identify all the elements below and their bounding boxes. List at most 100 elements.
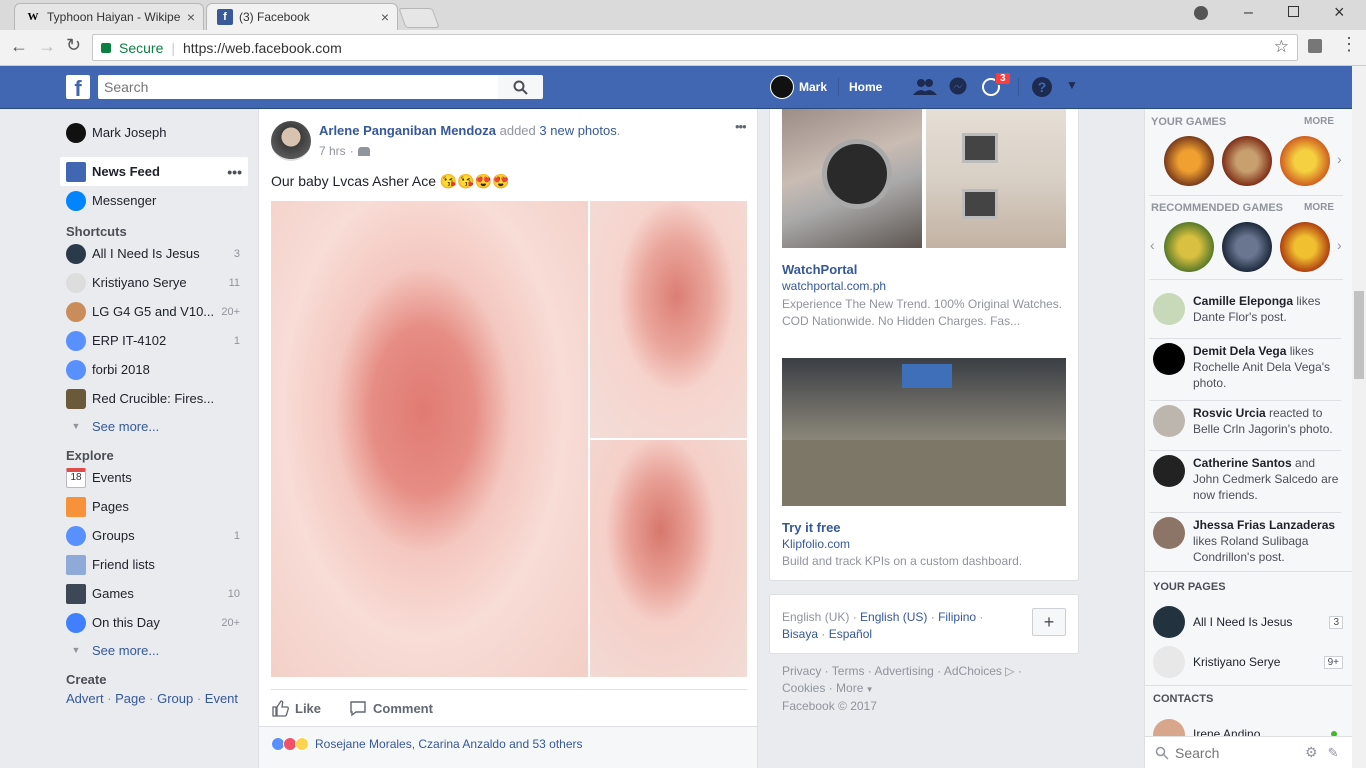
shortcut-item[interactable]: Kristiyano Serye 11 (60, 268, 248, 297)
new-tab-button[interactable] (398, 8, 440, 28)
game-icon-clash[interactable] (1164, 222, 1214, 272)
game-icon-dungeon[interactable] (1164, 136, 1214, 186)
close-tab-icon[interactable]: × (187, 9, 195, 25)
explore-friend-lists[interactable]: Friend lists (60, 550, 248, 579)
game-icon-slots[interactable] (1280, 222, 1330, 272)
ad-image-watch-1[interactable] (782, 109, 922, 248)
post-options-icon[interactable]: ••• (735, 119, 747, 134)
reactions-summary[interactable]: Rosejane Morales, Czarina Anzaldo and 53… (271, 737, 583, 751)
extension-icon[interactable] (1308, 39, 1322, 53)
language-option[interactable]: Filipino (938, 610, 976, 624)
friends-audience-icon[interactable] (357, 146, 370, 156)
chevron-right-icon[interactable]: › (1337, 237, 1342, 253)
ad-title[interactable]: Try it free (782, 520, 841, 535)
search-button[interactable] (498, 75, 543, 99)
create-event-link[interactable]: Event (205, 691, 238, 706)
language-option[interactable]: Bisaya (782, 627, 818, 641)
profile-link[interactable]: Mark (799, 80, 827, 94)
explore-groups[interactable]: Groups 1 (60, 521, 248, 550)
explore-on-this-day[interactable]: On this Day 20+ (60, 608, 248, 637)
ad-domain[interactable]: watchportal.com.ph (782, 279, 886, 293)
language-option[interactable]: English (US) (860, 610, 927, 624)
post-photo-main[interactable] (271, 201, 588, 677)
reload-icon[interactable]: ↻ (66, 35, 81, 56)
shortcut-item[interactable]: forbi 2018 (60, 355, 248, 384)
footer-link[interactable]: Privacy (782, 664, 821, 678)
page-item[interactable]: Kristiyano Serye 9+ (1153, 646, 1343, 678)
ad-image-office[interactable] (782, 358, 1066, 506)
restore-icon[interactable] (1288, 6, 1299, 17)
author-avatar[interactable] (271, 121, 311, 161)
shortcut-item[interactable]: ERP IT-4102 1 (60, 326, 248, 355)
like-button[interactable]: Like (271, 699, 321, 717)
minimize-icon[interactable]: – (1244, 4, 1253, 22)
close-tab-icon[interactable]: × (381, 9, 389, 25)
see-more-explore[interactable]: ▼ See more... (60, 637, 248, 663)
news-feed-link[interactable]: News Feed ••• (60, 157, 248, 186)
ticker-item[interactable]: Rosvic Urcia reacted to Belle Crln Jagor… (1153, 405, 1343, 449)
ad-image-watch-2[interactable] (926, 109, 1066, 248)
ad-domain[interactable]: Klipfolio.com (782, 537, 850, 551)
post-time[interactable]: 7 hrs (319, 144, 346, 158)
tab-wikipedia[interactable]: W Typhoon Haiyan - Wikipe × (14, 3, 204, 30)
shortcut-item[interactable]: LG G4 G5 and V10... 20+ (60, 297, 248, 326)
game-icon-star[interactable] (1280, 136, 1330, 186)
ticker-item[interactable]: Jhessa Frias Lanzaderas likes Roland Sul… (1153, 517, 1343, 569)
url-field[interactable]: Secure | https://web.facebook.com ☆ (92, 34, 1298, 61)
add-language-button[interactable]: + (1032, 608, 1066, 636)
menu-kebab-icon[interactable]: ⋮ (1340, 34, 1358, 55)
ticker-item[interactable]: Catherine Santos and John Cedmerk Salced… (1153, 455, 1343, 511)
create-page-link[interactable]: Page (115, 691, 145, 706)
compose-icon[interactable]: ✎ (1328, 745, 1339, 761)
comment-button[interactable]: Comment (349, 699, 433, 717)
messenger-icon[interactable] (948, 77, 968, 97)
shortcut-item[interactable]: All I Need Is Jesus 3 (60, 239, 248, 268)
search-input[interactable] (98, 75, 498, 99)
ad-title[interactable]: WatchPortal (782, 262, 857, 277)
game-icon-kings[interactable] (1222, 136, 1272, 186)
back-icon[interactable]: ← (10, 36, 28, 57)
avatar[interactable] (770, 75, 794, 99)
shortcut-item[interactable]: Red Crucible: Fires... (60, 384, 248, 413)
explore-pages[interactable]: Pages (60, 492, 248, 521)
messenger-link[interactable]: Messenger (60, 186, 248, 215)
friend-requests-icon[interactable] (912, 77, 938, 97)
tab-facebook[interactable]: f (3) Facebook × (206, 3, 398, 30)
account-menu-icon[interactable]: ▼ (1066, 78, 1078, 92)
help-icon[interactable]: ? (1032, 77, 1052, 97)
gear-icon[interactable]: ⚙ (1305, 744, 1318, 761)
more-options-icon[interactable]: ••• (227, 164, 242, 180)
game-icon-hero[interactable] (1222, 222, 1272, 272)
more-link[interactable]: MORE (1304, 202, 1334, 213)
footer-link[interactable]: More (836, 681, 863, 695)
explore-games[interactable]: Games 10 (60, 579, 248, 608)
ticker-item[interactable]: Camille Eleponga likes Dante Flor's post… (1153, 293, 1343, 337)
post-photo-3[interactable] (590, 440, 747, 677)
more-link[interactable]: MORE (1304, 116, 1334, 127)
bookmark-star-icon[interactable]: ☆ (1274, 37, 1289, 57)
footer-link[interactable]: Advertising (874, 664, 933, 678)
window-close-icon[interactable]: × (1334, 2, 1345, 23)
page-item[interactable]: All I Need Is Jesus 3 (1153, 606, 1343, 638)
ticker-item[interactable]: Demit Dela Vega likes Rochelle Anit Dela… (1153, 343, 1343, 399)
forward-icon[interactable]: → (38, 36, 56, 57)
create-advert-link[interactable]: Advert (66, 691, 104, 706)
page-scrollbar[interactable] (1352, 66, 1366, 768)
facebook-logo-icon[interactable]: f (66, 75, 90, 101)
profile-link[interactable]: Mark Joseph (60, 118, 248, 147)
footer-link[interactable]: Terms (832, 664, 865, 678)
create-group-link[interactable]: Group (157, 691, 193, 706)
profile-icon[interactable] (1194, 6, 1208, 20)
footer-link[interactable]: Cookies (782, 681, 825, 695)
chevron-right-icon[interactable]: › (1337, 151, 1342, 167)
explore-events[interactable]: 18 Events (60, 463, 248, 492)
scrollbar-thumb[interactable] (1354, 291, 1364, 379)
see-more-shortcuts[interactable]: ▼ See more... (60, 413, 248, 439)
chat-search-input[interactable] (1175, 744, 1295, 761)
post-photo-2[interactable] (590, 201, 747, 438)
author-name[interactable]: Arlene Panganiban Mendoza (319, 123, 496, 138)
home-link[interactable]: Home (849, 80, 882, 94)
language-option[interactable]: Español (829, 627, 872, 641)
footer-link[interactable]: AdChoices (944, 664, 1002, 678)
photos-link[interactable]: 3 new photos (539, 123, 616, 138)
